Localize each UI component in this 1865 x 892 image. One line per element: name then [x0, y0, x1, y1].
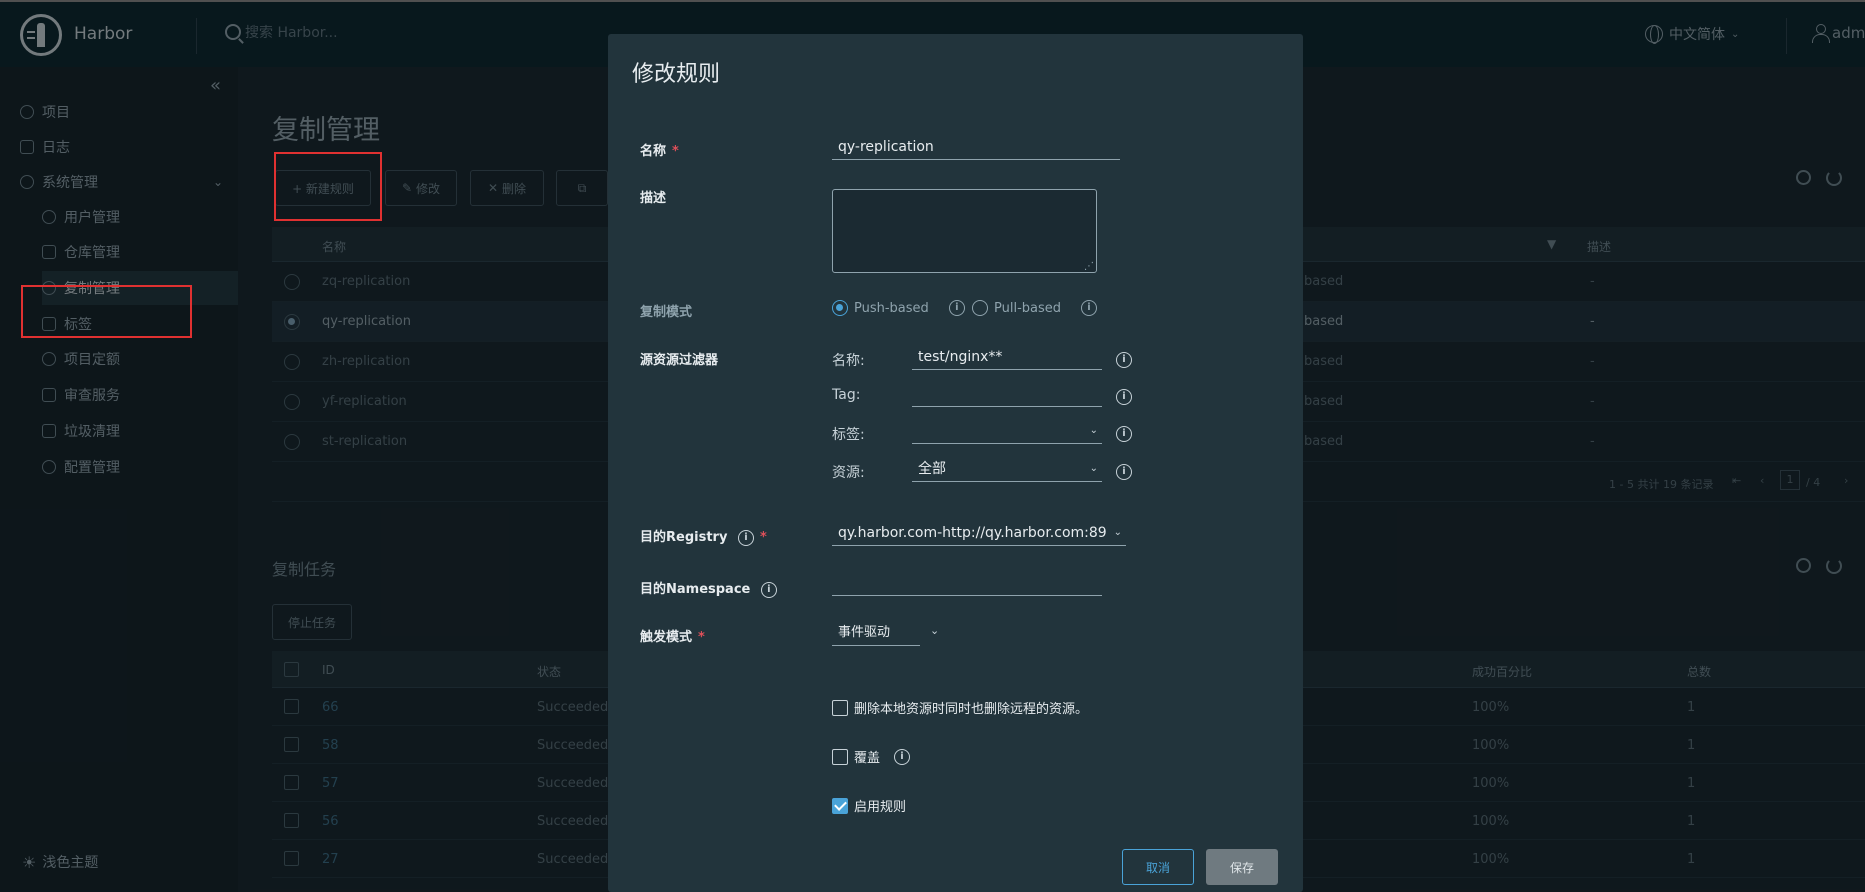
trigger-label: 触发模式 * — [640, 626, 705, 645]
save-button[interactable]: 保存 — [1206, 849, 1278, 885]
push-label: Push-based — [854, 300, 929, 316]
cancel-button[interactable]: 取消 — [1122, 849, 1194, 885]
filter-name-label: 名称: — [832, 353, 865, 369]
push-radio[interactable] — [832, 300, 848, 316]
trigger-select[interactable]: 事件驱动 — [832, 622, 920, 646]
filter-label-select[interactable]: ⌄ — [912, 420, 1102, 444]
delete-remote-label: 删除本地资源时同时也删除远程的资源。 — [854, 702, 1089, 717]
pull-radio[interactable] — [972, 300, 988, 316]
required-marker: * — [698, 630, 705, 645]
name-label: 名称 * — [640, 140, 679, 159]
info-icon[interactable]: i — [1116, 464, 1132, 480]
dialog-title: 修改规则 — [632, 62, 721, 87]
enable-rule-checkbox[interactable] — [832, 797, 848, 814]
info-icon[interactable]: i — [1116, 426, 1132, 442]
info-icon[interactable]: i — [894, 748, 911, 765]
namespace-label-text: 目的Namespace — [640, 582, 751, 597]
chevron-down-icon: ⌄ — [1089, 463, 1098, 474]
desc-label: 描述 — [640, 191, 667, 206]
filter-tag-input[interactable] — [912, 383, 1102, 407]
annotation-highlight-replication — [21, 285, 192, 338]
mode-label: 复制模式 — [640, 305, 693, 320]
description-textarea[interactable] — [832, 189, 1097, 273]
required-marker: * — [672, 144, 679, 159]
namespace-input[interactable] — [832, 572, 1102, 596]
chevron-down-icon[interactable]: ⌄ — [930, 624, 939, 637]
delete-remote-checkbox[interactable] — [832, 699, 848, 716]
info-icon[interactable]: i — [760, 581, 777, 598]
override-option[interactable]: 覆盖 i — [832, 747, 911, 766]
name-label-text: 名称 — [640, 144, 667, 159]
enable-rule-label: 启用规则 — [854, 800, 907, 815]
filter-resource-label: 资源: — [832, 465, 865, 481]
info-icon[interactable]: i — [948, 300, 965, 316]
delete-remote-option[interactable]: 删除本地资源时同时也删除远程的资源。 — [832, 698, 1088, 717]
name-input[interactable]: qy-replication — [832, 136, 1120, 160]
info-icon[interactable]: i — [1081, 300, 1098, 316]
filter-resource-select[interactable]: 全部 ⌄ — [912, 458, 1102, 482]
info-icon[interactable]: i — [737, 529, 754, 546]
info-icon[interactable]: i — [1116, 389, 1132, 405]
registry-select[interactable]: qy.harbor.com-http://qy.harbor.com:89 ⌄ — [832, 522, 1126, 546]
registry-label: 目的Registry i * — [640, 526, 767, 546]
namespace-label: 目的Namespace i — [640, 578, 777, 598]
filter-label-label: 标签: — [832, 427, 865, 443]
annotation-highlight-new-rule — [274, 152, 382, 221]
push-based-option[interactable]: Push-based i — [832, 300, 965, 316]
required-marker: * — [759, 530, 767, 545]
filter-name-input[interactable]: test/nginx** — [912, 346, 1102, 370]
filter-label: 源资源过滤器 — [640, 353, 719, 368]
filter-resource-value: 全部 — [918, 461, 946, 477]
trigger-label-text: 触发模式 — [640, 630, 693, 645]
registry-value: qy.harbor.com-http://qy.harbor.com:89 — [838, 525, 1107, 541]
pull-based-option[interactable]: Pull-based i — [972, 300, 1098, 316]
registry-label-text: 目的Registry — [640, 530, 728, 545]
info-icon[interactable]: i — [1116, 352, 1132, 368]
edit-rule-dialog: 修改规则 名称 * qy-replication 描述 复制模式 Push-bas… — [608, 34, 1303, 892]
override-checkbox[interactable] — [832, 748, 848, 765]
enable-rule-option[interactable]: 启用规则 — [832, 796, 906, 815]
chevron-down-icon: ⌄ — [1089, 425, 1098, 436]
pull-label: Pull-based — [994, 300, 1062, 316]
filter-tag-label: Tag: — [832, 387, 861, 403]
override-label: 覆盖 — [854, 751, 881, 766]
chevron-down-icon: ⌄ — [1113, 527, 1122, 538]
